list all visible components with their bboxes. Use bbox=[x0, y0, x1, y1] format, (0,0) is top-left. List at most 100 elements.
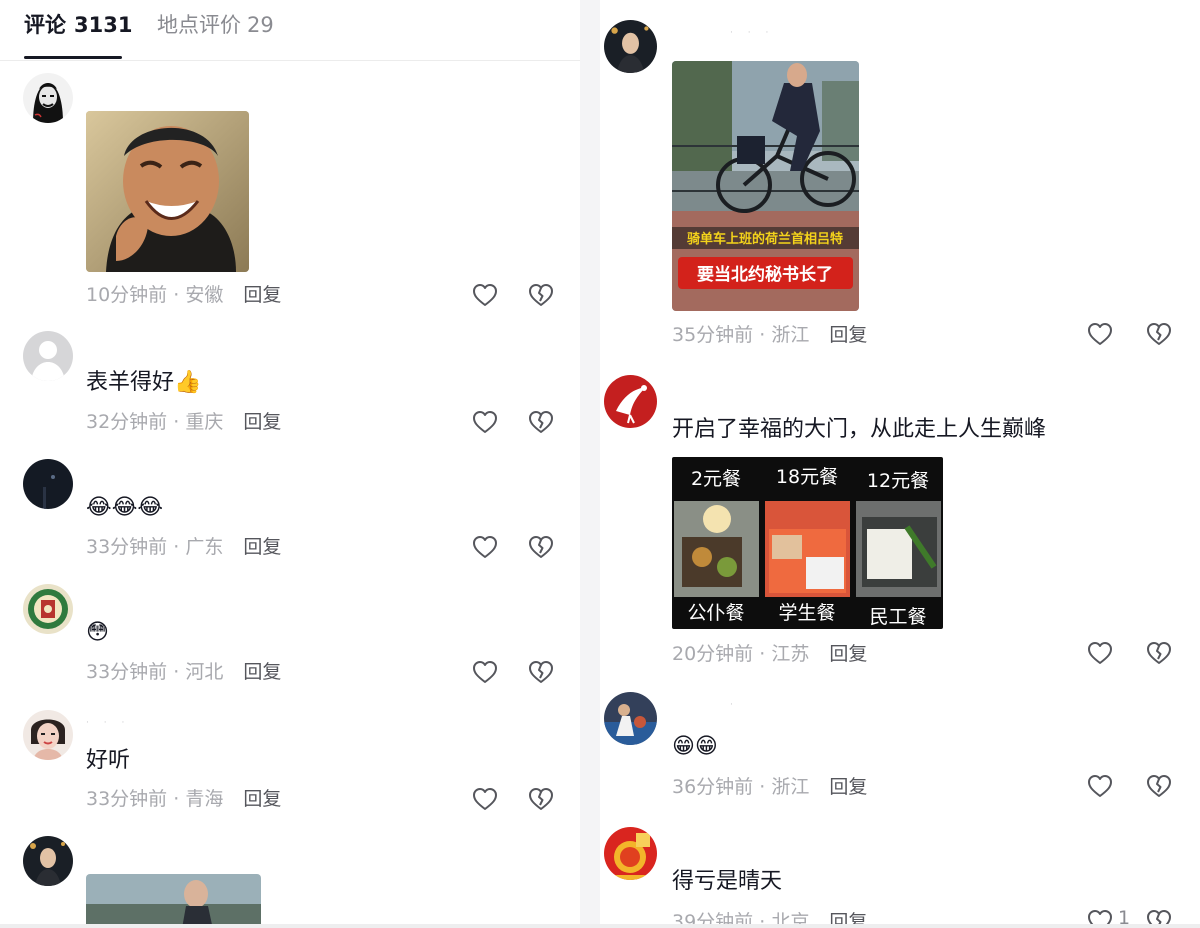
broken-heart-icon bbox=[527, 408, 555, 436]
heart-outline-icon bbox=[471, 281, 499, 309]
dislike-button[interactable] bbox=[527, 281, 555, 309]
broken-heart-icon bbox=[527, 533, 555, 561]
like-button[interactable] bbox=[471, 281, 499, 309]
comment-meta: 33分钟前 · 河北 回复 bbox=[86, 661, 282, 683]
heart-outline-icon bbox=[1086, 639, 1114, 667]
dislike-button[interactable] bbox=[527, 658, 555, 686]
comment-image[interactable]: 骑单车上班的荷兰首相吕特 要当北约秘书长了 bbox=[672, 61, 859, 311]
comment-time: 35分钟前 bbox=[672, 324, 754, 346]
comment-meta: 20分钟前 · 江苏 回复 bbox=[672, 643, 868, 665]
heart-outline-icon bbox=[471, 785, 499, 813]
comment-tabs: 评论 3131 地点评价 29 bbox=[0, 0, 580, 61]
avatar[interactable] bbox=[23, 73, 73, 123]
reply-button[interactable]: 回复 bbox=[243, 411, 281, 433]
reply-button[interactable]: 回复 bbox=[243, 536, 281, 558]
meal-label: 12元餐 bbox=[867, 470, 929, 492]
comment-time: 33分钟前 bbox=[86, 536, 168, 558]
comment-meta: 33分钟前 · 青海 回复 bbox=[86, 788, 282, 810]
dislike-button[interactable] bbox=[1145, 320, 1173, 348]
comment-meta: 36分钟前 · 浙江 回复 bbox=[672, 776, 868, 798]
dislike-button[interactable] bbox=[527, 408, 555, 436]
broken-heart-icon bbox=[1145, 772, 1173, 800]
heart-outline-icon bbox=[471, 408, 499, 436]
avatar[interactable] bbox=[23, 459, 73, 509]
comment-location: 河北 bbox=[185, 661, 224, 683]
comment-meta: 10分钟前 · 安徽 回复 bbox=[86, 284, 282, 306]
like-button[interactable] bbox=[1086, 320, 1114, 348]
tab-place-reviews[interactable]: 地点评价 29 bbox=[157, 10, 274, 40]
meal-label: 民工餐 bbox=[869, 606, 926, 628]
reply-button[interactable]: 回复 bbox=[829, 776, 867, 798]
comment-location: 安徽 bbox=[185, 284, 224, 306]
reply-button[interactable]: 回复 bbox=[243, 788, 281, 810]
comment-location: 重庆 bbox=[185, 411, 224, 433]
avatar[interactable] bbox=[604, 20, 657, 73]
active-tab-indicator bbox=[24, 56, 122, 59]
reply-button[interactable]: 回复 bbox=[829, 643, 867, 665]
column-gap bbox=[580, 0, 600, 928]
username: · · · bbox=[86, 718, 131, 728]
comment-text: 表羊得好👍 bbox=[86, 370, 202, 395]
comment-location: 江苏 bbox=[771, 643, 810, 665]
meal-label: 18元餐 bbox=[776, 466, 838, 488]
comment-meta: 32分钟前 · 重庆 回复 bbox=[86, 411, 282, 433]
avatar[interactable] bbox=[604, 692, 657, 745]
avatar[interactable] bbox=[604, 375, 657, 428]
reply-button[interactable]: 回复 bbox=[243, 284, 281, 306]
tab-count: 29 bbox=[247, 13, 274, 37]
avatar[interactable] bbox=[23, 584, 73, 634]
like-button[interactable] bbox=[471, 658, 499, 686]
heart-outline-icon bbox=[1086, 320, 1114, 348]
reply-button[interactable]: 回复 bbox=[829, 324, 867, 346]
like-button[interactable] bbox=[1086, 639, 1114, 667]
meal-label: 学生餐 bbox=[778, 602, 835, 624]
dislike-button[interactable] bbox=[1145, 639, 1173, 667]
dislike-button[interactable] bbox=[527, 533, 555, 561]
dislike-button[interactable] bbox=[527, 785, 555, 813]
dislike-button[interactable] bbox=[1145, 772, 1173, 800]
comment-time: 33分钟前 bbox=[86, 788, 168, 810]
comment-text: 得亏是晴天 bbox=[672, 869, 783, 894]
comment-text: 开启了幸福的大门，从此走上人生巅峰 bbox=[672, 417, 1047, 442]
comment-image[interactable] bbox=[86, 111, 249, 272]
bottom-divider bbox=[0, 924, 1200, 928]
broken-heart-icon bbox=[527, 658, 555, 686]
like-button[interactable] bbox=[471, 785, 499, 813]
tab-label: 地点评价 bbox=[157, 13, 241, 37]
like-button[interactable] bbox=[471, 533, 499, 561]
comment-meta: 35分钟前 · 浙江 回复 bbox=[672, 324, 868, 346]
comment-time: 20分钟前 bbox=[672, 643, 754, 665]
comment-text: 好听 bbox=[86, 748, 131, 773]
heart-outline-icon bbox=[471, 658, 499, 686]
avatar[interactable] bbox=[23, 836, 73, 886]
avatar[interactable] bbox=[23, 331, 73, 381]
comment-time: 32分钟前 bbox=[86, 411, 168, 433]
comment-panel-right: · · · 骑单车上班的荷兰首相吕特 要当北约秘书长了 35分钟前 · 浙江 回… bbox=[600, 0, 1200, 928]
like-button[interactable] bbox=[1086, 772, 1114, 800]
broken-heart-icon bbox=[527, 281, 555, 309]
avatar[interactable] bbox=[23, 710, 73, 760]
comment-text: 😂😂😂 bbox=[86, 495, 164, 520]
reply-button[interactable]: 回复 bbox=[243, 661, 281, 683]
like-button[interactable] bbox=[471, 408, 499, 436]
comment-text: 😁😁 bbox=[672, 734, 718, 759]
broken-heart-icon bbox=[1145, 320, 1173, 348]
broken-heart-icon bbox=[1145, 639, 1173, 667]
heart-outline-icon bbox=[1086, 772, 1114, 800]
tab-comments[interactable]: 评论 3131 bbox=[24, 10, 132, 40]
comment-time: 10分钟前 bbox=[86, 284, 168, 306]
broken-heart-icon bbox=[527, 785, 555, 813]
comment-location: 浙江 bbox=[771, 324, 810, 346]
comment-time: 36分钟前 bbox=[672, 776, 754, 798]
image-caption-top: 骑单车上班的荷兰首相吕特 bbox=[687, 231, 843, 247]
avatar[interactable] bbox=[604, 827, 657, 880]
username: · bbox=[730, 700, 739, 710]
comment-location: 浙江 bbox=[771, 776, 810, 798]
comment-text: 😳 bbox=[86, 620, 109, 645]
comment-image[interactable]: 2元餐 18元餐 12元餐 公仆餐 学生餐 民工餐 bbox=[672, 457, 943, 629]
tab-count: 3131 bbox=[74, 13, 133, 37]
comment-image[interactable] bbox=[86, 874, 261, 928]
comment-location: 青海 bbox=[185, 788, 224, 810]
comment-location: 广东 bbox=[185, 536, 224, 558]
comment-meta: 33分钟前 · 广东 回复 bbox=[86, 536, 282, 558]
